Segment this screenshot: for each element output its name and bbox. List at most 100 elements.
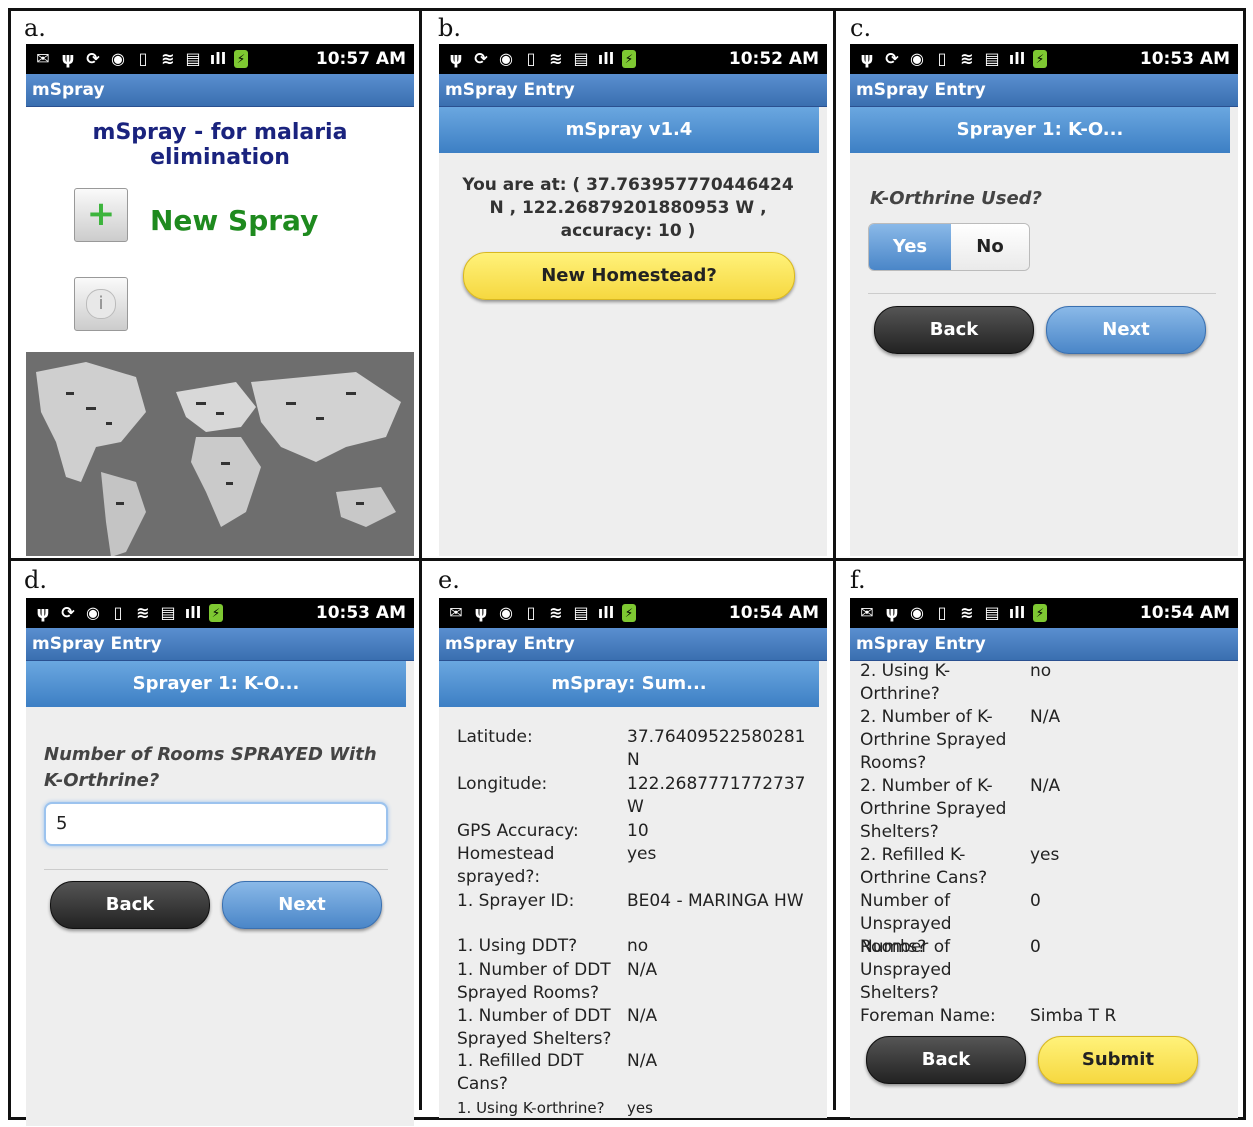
sim-icon: ▤	[573, 603, 589, 622]
status-bar: ✉ ψ ◉ ▯ ≋ ▤ ıll ⚡ 10:54 AM	[850, 598, 1238, 628]
info-button[interactable]: i	[74, 277, 128, 331]
mail-icon: ✉	[860, 603, 874, 622]
sync-icon: ⟳	[61, 603, 75, 622]
screen-d: ψ ⟳ ◉ ▯ ≋ ▤ ıll ⚡ 10:53 AM mSpray Entry …	[26, 598, 414, 1126]
screen-f: ✉ ψ ◉ ▯ ≋ ▤ ıll ⚡ 10:54 AM mSpray Entry …	[850, 598, 1238, 1118]
panel-label-d: d.	[24, 566, 47, 594]
yes-no-toggle[interactable]: Yes No	[868, 223, 1030, 271]
summary-list: Latitude: 37.76409522580281 N Longitude: 1…	[457, 727, 806, 1117]
signal-icon: ıll	[1008, 603, 1026, 622]
clock: 10:53 AM	[1139, 49, 1230, 69]
panel-label-a: a.	[24, 14, 46, 42]
summary-list: 2. Using K-Orthrine? no 2. Number of K-Or…	[860, 661, 1117, 1026]
plus-icon: +	[86, 194, 116, 234]
gps-icon: ◉	[111, 49, 125, 68]
new-spray-label[interactable]: New Spray	[150, 204, 318, 237]
clock: 10:53 AM	[315, 603, 406, 623]
battery-icon: ⚡	[1033, 604, 1047, 622]
info-icon: i	[86, 289, 116, 319]
clock: 10:54 AM	[1139, 603, 1230, 623]
usb-icon: ψ	[36, 603, 50, 622]
new-homestead-button[interactable]: New Homestead?	[463, 252, 795, 300]
status-bar: ✉ ψ ◉ ▯ ≋ ▤ ıll ⚡ 10:54 AM	[439, 598, 827, 628]
sim-icon: ▤	[185, 49, 201, 68]
status-bar: ψ ⟳ ◉ ▯ ≋ ▤ ıll ⚡ 10:53 AM	[850, 44, 1238, 74]
usb-icon: ψ	[474, 603, 488, 622]
wifi-icon: ≋	[136, 603, 150, 622]
question-label: K-Orthrine Used?	[870, 188, 1042, 209]
yes-option[interactable]: Yes	[869, 224, 951, 270]
page-header: mSpray: Sum...	[439, 661, 819, 707]
page-header: Sprayer 1: K-O...	[850, 107, 1230, 153]
page-title: mSpray - for malaria elimination	[92, 120, 348, 170]
page-header: Sprayer 1: K-O...	[26, 661, 406, 707]
vibrate-icon: ▯	[526, 49, 536, 68]
location-text: You are at: ( 37.763957770446424 N , 122…	[462, 175, 794, 241]
battery-icon: ⚡	[234, 50, 248, 68]
signal-icon: ıll	[209, 49, 227, 68]
battery-icon: ⚡	[209, 604, 223, 622]
vibrate-icon: ▯	[138, 49, 148, 68]
vibrate-icon: ▯	[937, 603, 947, 622]
divider-h	[10, 558, 1243, 561]
clock: 10:54 AM	[728, 603, 819, 623]
wifi-icon: ≋	[960, 49, 974, 68]
sim-icon: ▤	[984, 49, 1000, 68]
mail-icon: ✉	[36, 49, 50, 68]
wifi-icon: ≋	[960, 603, 974, 622]
signal-icon: ıll	[1008, 49, 1026, 68]
panel-label-e: e.	[438, 566, 460, 594]
usb-icon: ψ	[449, 49, 463, 68]
question-label: Number of Rooms SPRAYED With K-Orthrine?	[44, 744, 377, 791]
signal-icon: ıll	[184, 603, 202, 622]
gps-icon: ◉	[910, 603, 924, 622]
screen-e: ✉ ψ ◉ ▯ ≋ ▤ ıll ⚡ 10:54 AM mSpray Entry …	[439, 598, 827, 1118]
next-button[interactable]: Next	[1046, 306, 1206, 354]
back-button[interactable]: Back	[874, 306, 1034, 354]
back-button[interactable]: Back	[866, 1036, 1026, 1084]
usb-icon: ψ	[860, 49, 874, 68]
sync-icon: ⟳	[474, 49, 488, 68]
wifi-icon: ≋	[161, 49, 175, 68]
clock: 10:57 AM	[315, 49, 406, 69]
page-header: mSpray v1.4	[439, 107, 819, 153]
battery-icon: ⚡	[622, 50, 636, 68]
panel-label-f: f.	[850, 566, 866, 594]
rooms-sprayed-input[interactable]: 5	[44, 802, 388, 846]
sim-icon: ▤	[984, 603, 1000, 622]
status-bar: ψ ⟳ ◉ ▯ ≋ ▤ ıll ⚡ 10:53 AM	[26, 598, 414, 628]
gps-icon: ◉	[499, 49, 513, 68]
vibrate-icon: ▯	[113, 603, 123, 622]
app-title-bar: mSpray Entry	[439, 74, 827, 107]
no-option[interactable]: No	[951, 224, 1029, 270]
panel-label-b: b.	[438, 14, 461, 42]
app-title-bar: mSpray Entry	[26, 628, 414, 661]
panel-label-c: c.	[850, 14, 872, 42]
wifi-icon: ≋	[549, 603, 563, 622]
signal-icon: ıll	[597, 603, 615, 622]
screen-b: ψ ⟳ ◉ ▯ ≋ ▤ ıll ⚡ 10:52 AM mSpray Entry …	[439, 44, 827, 556]
new-spray-button[interactable]: +	[74, 188, 128, 242]
back-button[interactable]: Back	[50, 881, 210, 929]
app-title-bar: mSpray Entry	[850, 74, 1238, 107]
wifi-icon: ≋	[549, 49, 563, 68]
sim-icon: ▤	[573, 49, 589, 68]
screen-c: ψ ⟳ ◉ ▯ ≋ ▤ ıll ⚡ 10:53 AM mSpray Entry …	[850, 44, 1238, 556]
submit-button[interactable]: Submit	[1038, 1036, 1198, 1084]
vibrate-icon: ▯	[937, 49, 947, 68]
divider	[44, 869, 388, 870]
battery-icon: ⚡	[1033, 50, 1047, 68]
app-title-bar: mSpray	[26, 74, 414, 107]
gps-icon: ◉	[86, 603, 100, 622]
status-bar: ✉ ψ ⟳ ◉ ▯ ≋ ▤ ıll ⚡ 10:57 AM	[26, 44, 414, 74]
sim-icon: ▤	[160, 603, 176, 622]
usb-icon: ψ	[61, 49, 75, 68]
app-title-bar: mSpray Entry	[850, 628, 1238, 661]
gps-icon: ◉	[499, 603, 513, 622]
clock: 10:52 AM	[728, 49, 819, 69]
app-title-bar: mSpray Entry	[439, 628, 827, 661]
next-button[interactable]: Next	[222, 881, 382, 929]
sync-icon: ⟳	[885, 49, 899, 68]
status-bar: ψ ⟳ ◉ ▯ ≋ ▤ ıll ⚡ 10:52 AM	[439, 44, 827, 74]
divider	[868, 293, 1216, 294]
